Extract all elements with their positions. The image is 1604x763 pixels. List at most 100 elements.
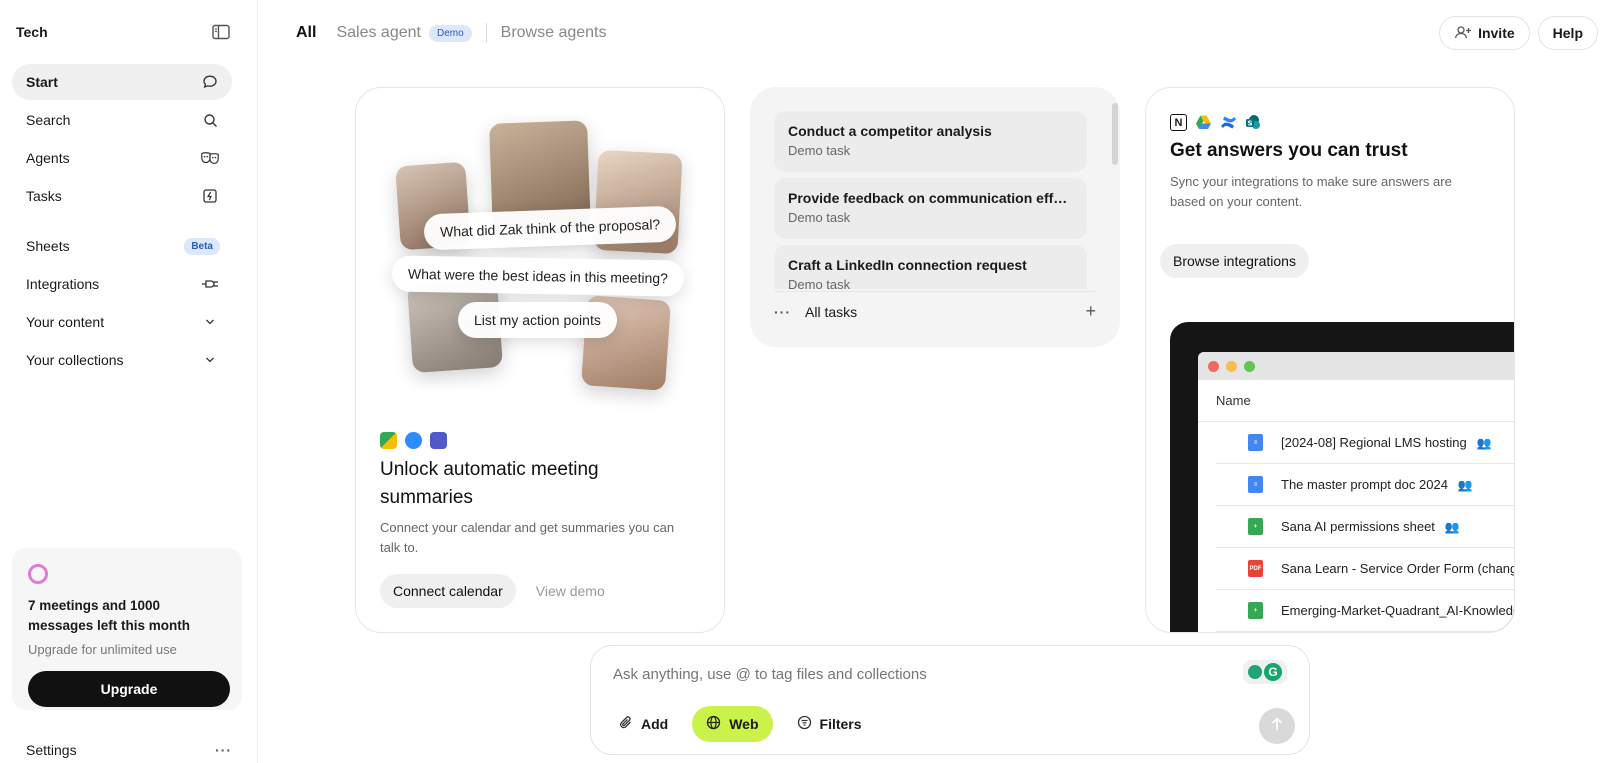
sidebar-item-label: Agents bbox=[26, 150, 70, 166]
meeting-summaries-card: What did Zak think of the proposal? What… bbox=[355, 87, 725, 633]
chevron-down-icon bbox=[200, 312, 220, 332]
sidebar-item-sheets[interactable]: Sheets Beta bbox=[12, 228, 232, 264]
sidebar-item-search[interactable]: Search bbox=[12, 102, 232, 138]
meeting-collage: What did Zak think of the proposal? What… bbox=[376, 112, 706, 398]
sidebar-item-your-collections[interactable]: Your collections bbox=[12, 342, 232, 378]
pdf-file-icon: PDF bbox=[1248, 560, 1263, 577]
file-name: The master prompt doc 2024 bbox=[1281, 477, 1448, 492]
chat-icon bbox=[200, 72, 220, 92]
task-title: Provide feedback on communication effect… bbox=[788, 190, 1073, 206]
sidebar-item-tasks[interactable]: Tasks bbox=[12, 178, 232, 214]
connect-calendar-button[interactable]: Connect calendar bbox=[380, 574, 516, 608]
upgrade-button[interactable]: Upgrade bbox=[28, 671, 230, 707]
sidebar-item-label: Integrations bbox=[26, 276, 100, 292]
workspace-header: Tech bbox=[16, 20, 232, 44]
add-task-icon[interactable]: + bbox=[1085, 301, 1096, 322]
send-button[interactable] bbox=[1259, 708, 1295, 744]
task-subtitle: Demo task bbox=[788, 277, 851, 289]
task-list: Conduct a competitor analysis Demo task … bbox=[774, 111, 1087, 289]
sidebar-item-label: Start bbox=[26, 74, 58, 90]
add-attachment-button[interactable]: Add bbox=[605, 706, 682, 742]
meeting-card-actions: Connect calendar View demo bbox=[380, 574, 605, 608]
plug-icon bbox=[200, 274, 220, 294]
header-actions: Invite Help bbox=[1439, 16, 1598, 50]
sidebar-item-integrations[interactable]: Integrations bbox=[12, 266, 232, 302]
window-titlebar bbox=[1198, 352, 1514, 380]
filter-icon bbox=[797, 715, 812, 733]
tab-browse-agents[interactable]: Browse agents bbox=[501, 24, 607, 42]
sheet-file-icon: + bbox=[1248, 602, 1263, 619]
integration-icons: N S bbox=[1170, 114, 1262, 131]
chat-composer: G Add Web Filters bbox=[590, 645, 1310, 755]
masks-icon bbox=[200, 148, 220, 168]
sidebar-toggle-icon[interactable] bbox=[210, 21, 232, 43]
browse-integrations-button[interactable]: Browse integrations bbox=[1160, 244, 1309, 278]
shared-icon: 👥 bbox=[1457, 477, 1473, 492]
notion-icon: N bbox=[1170, 114, 1187, 131]
shared-icon: 👥 bbox=[1476, 435, 1492, 450]
sidebar-nav: Start Search Agents Tasks Sheets Beta In… bbox=[12, 64, 232, 380]
usage-ring-icon bbox=[28, 564, 48, 584]
chat-input[interactable] bbox=[613, 666, 1213, 683]
tasks-card: Conduct a competitor analysis Demo task … bbox=[750, 87, 1120, 347]
web-label: Web bbox=[729, 716, 759, 732]
grammarly-icon: G bbox=[1264, 663, 1282, 681]
sidebar-item-agents[interactable]: Agents bbox=[12, 140, 232, 176]
google-meet-icon bbox=[380, 432, 397, 449]
sheet-file-icon: + bbox=[1248, 518, 1263, 535]
more-options-icon[interactable]: ··· bbox=[215, 742, 232, 758]
task-title: Craft a LinkedIn connection request bbox=[788, 257, 1027, 273]
integrations-card-title: Get answers you can trust bbox=[1170, 140, 1408, 161]
task-list-scrollbar[interactable] bbox=[1112, 103, 1118, 165]
shared-icon: 👥 bbox=[1444, 519, 1460, 534]
task-subtitle: Demo task bbox=[788, 143, 851, 158]
invite-label: Invite bbox=[1478, 25, 1515, 41]
file-name: Emerging-Market-Quadrant_AI-Knowledge bbox=[1281, 603, 1515, 618]
column-header: Name bbox=[1198, 380, 1514, 422]
zoom-icon bbox=[405, 432, 422, 449]
extension-icons[interactable]: G bbox=[1243, 660, 1287, 684]
quota-title: 7 meetings and 1000 messages left this m… bbox=[28, 598, 191, 633]
globe-icon bbox=[706, 715, 721, 733]
file-name: [2024-08] Regional LMS hosting bbox=[1281, 435, 1467, 450]
doc-file-icon: ≡ bbox=[1248, 434, 1263, 451]
web-toggle-button[interactable]: Web bbox=[692, 706, 773, 742]
file-row: + Sana AI permissions sheet 👥 bbox=[1216, 506, 1514, 548]
search-icon bbox=[200, 110, 220, 130]
task-item[interactable]: Provide feedback on communication effect… bbox=[774, 178, 1087, 239]
beta-badge: Beta bbox=[184, 237, 220, 255]
file-row: + Emerging-Market-Quadrant_AI-Knowledge bbox=[1216, 590, 1515, 632]
sidebar-item-your-content[interactable]: Your content bbox=[12, 304, 232, 340]
all-tasks-row[interactable]: ··· All tasks + bbox=[774, 291, 1096, 327]
sidebar-item-label: Search bbox=[26, 112, 71, 128]
close-dot-icon bbox=[1208, 360, 1219, 372]
settings-row[interactable]: Settings ··· bbox=[26, 742, 232, 758]
integrations-card: N S Get answers you can trust Sync your … bbox=[1145, 87, 1515, 633]
view-demo-button[interactable]: View demo bbox=[536, 583, 605, 599]
invite-button[interactable]: Invite bbox=[1439, 16, 1530, 50]
sidebar-item-start[interactable]: Start bbox=[12, 64, 232, 100]
meeting-card-title: Unlock automatic meeting summaries bbox=[380, 459, 599, 508]
tab-sales-agent[interactable]: Sales agent bbox=[336, 24, 421, 42]
file-row: ≡ [2024-08] Regional LMS hosting 👥 bbox=[1216, 422, 1514, 464]
workspace-name[interactable]: Tech bbox=[16, 24, 48, 40]
doc-file-icon: ≡ bbox=[1248, 476, 1263, 493]
integrations-card-subtitle: Sync your integrations to make sure answ… bbox=[1170, 174, 1452, 209]
task-item[interactable]: Conduct a competitor analysis Demo task bbox=[774, 111, 1087, 172]
arrow-up-icon bbox=[1271, 716, 1283, 736]
filters-button[interactable]: Filters bbox=[783, 706, 876, 742]
help-button[interactable]: Help bbox=[1537, 16, 1598, 50]
quota-subtitle: Upgrade for unlimited use bbox=[28, 642, 177, 657]
demo-badge: Demo bbox=[428, 24, 472, 42]
settings-label: Settings bbox=[26, 742, 77, 758]
task-icon bbox=[200, 186, 220, 206]
invite-icon bbox=[1454, 25, 1472, 42]
prompt-bubble: What were the best ideas in this meeting… bbox=[391, 255, 685, 297]
task-title: Conduct a competitor analysis bbox=[788, 123, 992, 139]
tab-all[interactable]: All bbox=[296, 24, 316, 42]
prompt-bubble: List my action points bbox=[458, 302, 617, 338]
sidebar-item-label: Tasks bbox=[26, 188, 62, 204]
meeting-app-icons bbox=[380, 432, 447, 449]
sidebar-item-label: Sheets bbox=[26, 238, 70, 254]
task-item[interactable]: Craft a LinkedIn connection request Demo… bbox=[774, 245, 1087, 289]
